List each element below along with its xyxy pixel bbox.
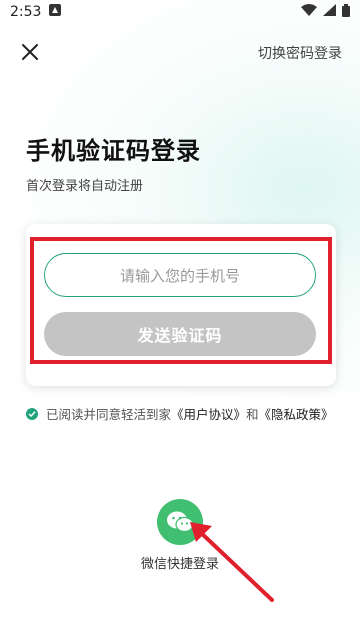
switch-password-login-link[interactable]: 切换密码登录 (258, 43, 342, 63)
page-subtitle: 首次登录将自动注册 (26, 179, 144, 194)
signal-icon (323, 4, 336, 20)
user-agreement-link[interactable]: 《用户协议》 (171, 404, 246, 423)
agreement-and: 和 (246, 407, 259, 422)
status-bar: 2:53 (0, 0, 360, 24)
agreement-prefix: 已阅读并同意轻活到家 (46, 407, 172, 422)
check-icon (28, 410, 36, 417)
arrow-annotation-icon (190, 522, 274, 602)
agreement-checkbox[interactable] (26, 407, 38, 420)
page-title: 手机验证码登录 (26, 137, 201, 165)
battery-icon (342, 3, 350, 21)
status-time: 2:53 (10, 4, 42, 20)
privacy-policy-link[interactable]: 《隐私政策》 (259, 404, 334, 423)
close-button[interactable] (18, 40, 42, 64)
agreement-row: 已阅读并同意轻活到家 《用户协议》 和 《隐私政策》 (26, 404, 334, 423)
highlight-annotation-box (30, 237, 332, 364)
wifi-icon (301, 4, 317, 20)
close-icon (22, 44, 38, 60)
app-notification-icon (49, 4, 62, 20)
